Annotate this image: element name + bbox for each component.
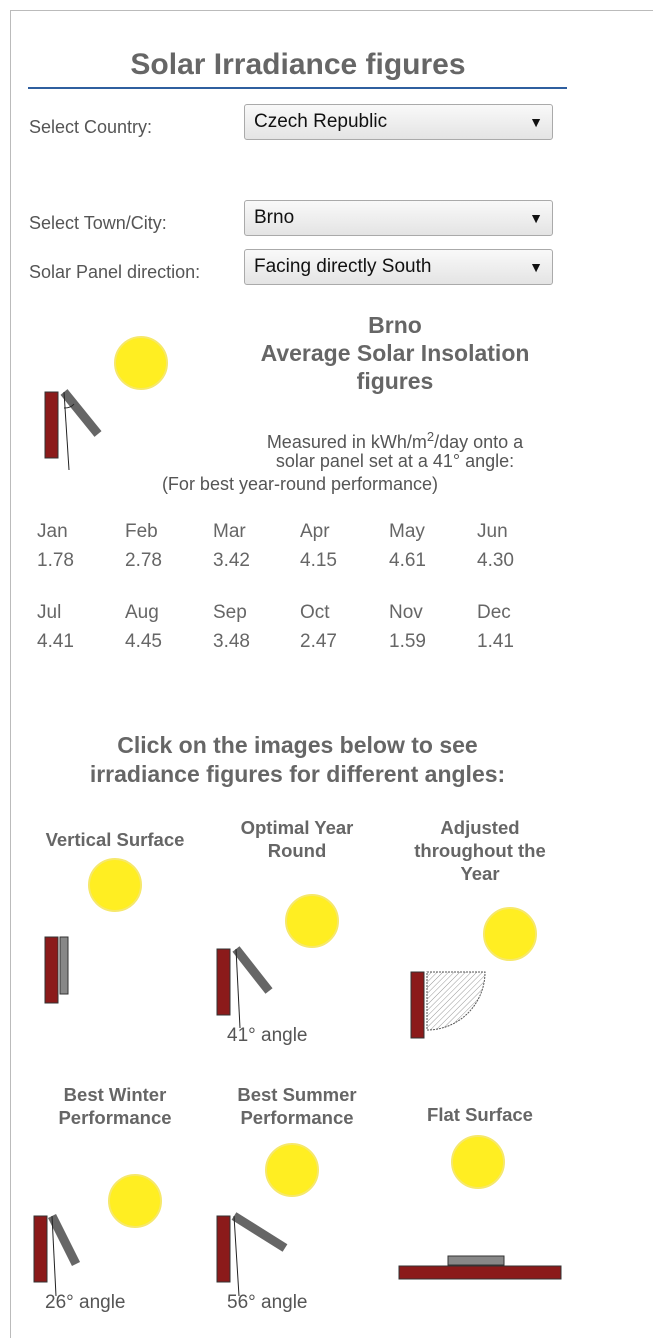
sun-icon bbox=[265, 1143, 319, 1197]
month-value: 3.42 bbox=[213, 550, 250, 571]
month-value: 4.61 bbox=[389, 550, 426, 571]
month-label: Aug bbox=[125, 602, 159, 623]
page-title: Solar Irradiance figures bbox=[130, 48, 466, 81]
vertical-surface-illustration bbox=[44, 858, 142, 1004]
wall-icon bbox=[216, 1215, 231, 1283]
solar-panel-icon bbox=[231, 1212, 288, 1252]
direction-select[interactable]: Facing directly South ▼ bbox=[244, 249, 553, 285]
month-value: 2.78 bbox=[125, 550, 162, 571]
adjusted-illustration bbox=[410, 907, 537, 1039]
month-value: 1.78 bbox=[37, 550, 74, 571]
angles-heading-line1: Click on the images below to see bbox=[117, 732, 478, 758]
wall-icon bbox=[44, 391, 59, 459]
country-label: Select Country: bbox=[29, 117, 153, 137]
month-value: 4.30 bbox=[477, 550, 514, 571]
month-label: Sep bbox=[213, 602, 247, 623]
flat-surface-illustration bbox=[398, 1135, 562, 1280]
month-value: 2.47 bbox=[300, 631, 337, 652]
month-label: Oct bbox=[300, 602, 330, 623]
month-value: 1.41 bbox=[477, 631, 514, 652]
optimal-angle-illustration bbox=[44, 336, 168, 471]
summary-heading-line1: Average Solar Insolation bbox=[260, 340, 530, 366]
measured-line3: (For best year-round performance) bbox=[161, 474, 439, 494]
angles-heading-line2: irradiance figures for different angles: bbox=[89, 761, 506, 787]
roof-icon bbox=[398, 1265, 562, 1280]
town-label: Select Town/City: bbox=[29, 213, 167, 233]
direction-label: Solar Panel direction: bbox=[29, 262, 201, 282]
month-label: Apr bbox=[300, 521, 330, 542]
sun-icon bbox=[88, 858, 142, 912]
angle-line bbox=[235, 948, 241, 1029]
chevron-down-icon: ▼ bbox=[529, 114, 543, 130]
town-select-value: Brno bbox=[254, 207, 295, 228]
month-label: Jun bbox=[477, 521, 508, 542]
measured-line2: solar panel set at a 41° angle: bbox=[275, 451, 515, 471]
month-label: Dec bbox=[477, 602, 511, 623]
sun-icon bbox=[108, 1174, 162, 1228]
wall-icon bbox=[410, 971, 425, 1039]
month-label: May bbox=[389, 521, 425, 542]
month-value: 1.59 bbox=[389, 631, 426, 652]
solar-panel-icon bbox=[232, 946, 273, 994]
measured-line1: Measured in kWh/m2/day onto a bbox=[235, 426, 555, 453]
month-value: 4.45 bbox=[125, 631, 162, 652]
month-value: 3.48 bbox=[213, 631, 250, 652]
card-best-winter[interactable]: Best Winter Performance 26° angle bbox=[30, 1083, 200, 1323]
winter-illustration bbox=[33, 1174, 162, 1297]
chevron-down-icon: ▼ bbox=[529, 210, 543, 226]
title-underline bbox=[28, 87, 567, 89]
month-label: Feb bbox=[125, 521, 158, 542]
angles-heading: Click on the images below to see irradia… bbox=[30, 731, 565, 789]
country-select[interactable]: Czech Republic ▼ bbox=[244, 104, 553, 140]
month-label: Mar bbox=[213, 521, 246, 542]
month-label: Jul bbox=[37, 602, 62, 623]
card-best-summer[interactable]: Best Summer Performance 56° angle bbox=[212, 1083, 382, 1323]
angle-line bbox=[233, 1215, 240, 1297]
adjustable-range-icon bbox=[426, 971, 486, 1031]
solar-panel-icon bbox=[59, 936, 69, 995]
measured-text-a: Measured in kWh/m bbox=[266, 432, 427, 452]
country-select-value: Czech Republic bbox=[254, 111, 388, 132]
summer-illustration bbox=[216, 1143, 319, 1297]
wall-icon bbox=[44, 936, 59, 1004]
summary-heading-line2: figures bbox=[356, 368, 434, 394]
wall-icon bbox=[216, 948, 231, 1016]
summary-town: Brno bbox=[368, 312, 422, 338]
town-select[interactable]: Brno ▼ bbox=[244, 200, 553, 236]
wall-icon bbox=[33, 1215, 48, 1283]
solar-panel-icon bbox=[47, 1213, 81, 1267]
angle-label: 26° angle bbox=[45, 1292, 126, 1313]
measured-text-b: /day onto a bbox=[434, 432, 524, 452]
month-label: Nov bbox=[389, 602, 423, 623]
sun-icon bbox=[114, 336, 168, 390]
card-vertical-surface[interactable]: Vertical Surface bbox=[30, 826, 200, 1026]
summary-heading: Brno Average Solar Insolation figures bbox=[240, 311, 550, 395]
card-adjusted-throughout-year[interactable]: Adjusted throughout the Year bbox=[395, 816, 565, 1046]
sun-icon bbox=[285, 894, 339, 948]
month-value: 4.15 bbox=[300, 550, 337, 571]
month-value: 4.41 bbox=[37, 631, 74, 652]
angle-label: 41° angle bbox=[227, 1025, 308, 1046]
sun-icon bbox=[483, 907, 537, 961]
direction-select-value: Facing directly South bbox=[254, 256, 432, 277]
solar-panel-icon bbox=[447, 1255, 505, 1266]
chevron-down-icon: ▼ bbox=[529, 259, 543, 275]
solar-panel-icon bbox=[60, 389, 102, 437]
card-flat-surface[interactable]: Flat Surface bbox=[395, 1103, 565, 1293]
angle-label: 56° angle bbox=[227, 1292, 308, 1313]
optimal-illustration bbox=[216, 894, 339, 1029]
card-optimal-year-round[interactable]: Optimal Year Round 41° angle bbox=[212, 816, 382, 1056]
sun-icon bbox=[451, 1135, 505, 1189]
month-label: Jan bbox=[37, 521, 68, 542]
